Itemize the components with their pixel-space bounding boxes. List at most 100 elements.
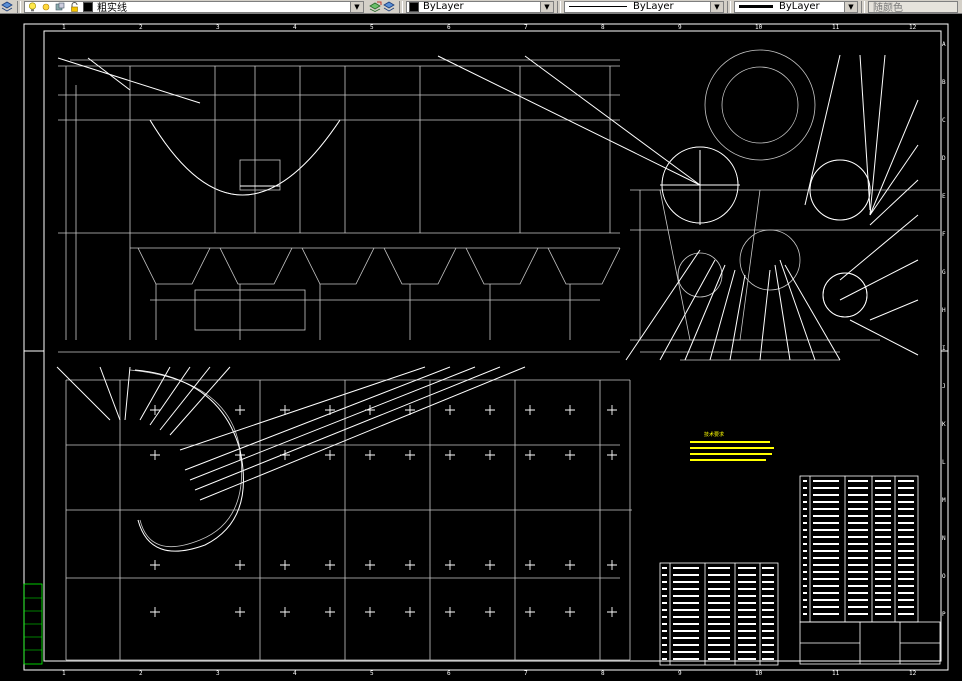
layer-dropdown[interactable]: 粗实线 ▼: [24, 0, 364, 13]
bolt-marker: [325, 560, 335, 570]
parts-list-cell: [738, 588, 756, 590]
parts-list-cell: [875, 613, 891, 615]
border-column-label: 10: [755, 670, 763, 677]
bolt-marker: [405, 560, 415, 570]
bolt-marker: [445, 607, 455, 617]
parts-list-cell: [875, 606, 891, 608]
color-control-dropdown[interactable]: ByLayer ▼: [406, 0, 554, 13]
parts-list-cell: [708, 644, 730, 646]
parts-list-cell: [673, 651, 699, 653]
parts-list-cell: [803, 592, 807, 594]
parts-list-cell: [803, 522, 807, 524]
bolt-marker: [445, 450, 455, 460]
border-column-label: 7: [524, 24, 528, 31]
color-square-icon[interactable]: [53, 2, 67, 12]
parts-list: [659, 475, 941, 666]
border-column-label: 5: [370, 24, 374, 31]
side-view-leaders: [625, 54, 919, 361]
parts-list-cell: [848, 508, 868, 510]
outer-border: [23, 23, 949, 671]
make-current-icon[interactable]: [368, 1, 382, 13]
border-row-label: G: [942, 269, 946, 276]
border-row-label: D: [942, 155, 946, 162]
parts-list-cell: [803, 599, 807, 601]
parts-list-cell: [708, 609, 730, 611]
sun-icon[interactable]: [39, 2, 53, 12]
parts-list-cell: [898, 592, 914, 594]
parts-list-cell: [708, 623, 730, 625]
parts-list-cell: [875, 522, 891, 524]
parts-list-cell: [662, 595, 667, 597]
border-row-label: C: [942, 117, 946, 124]
parts-list-cell: [898, 501, 914, 503]
parts-list-cell: [803, 480, 807, 482]
parts-list-cell: [898, 585, 914, 587]
parts-list-cell: [875, 487, 891, 489]
parts-list-cell: [738, 637, 756, 639]
bolt-marker: [565, 450, 575, 460]
border-column-label: 3: [216, 670, 220, 677]
drawing-canvas[interactable]: 112233445566778899101011111212 ABCDEFGHI…: [0, 14, 962, 681]
side-view: [630, 49, 940, 361]
parts-list-cell: [898, 536, 914, 538]
linetype-control-dropdown[interactable]: ByLayer ▼: [564, 0, 724, 13]
toolbar-separator: [727, 0, 731, 13]
border-column-label: 2: [139, 670, 143, 677]
chevron-down-icon[interactable]: ▼: [844, 1, 857, 12]
border-column-label: 12: [909, 670, 917, 677]
parts-list-cell: [662, 644, 667, 646]
parts-list-cell: [738, 651, 756, 653]
bolt-marker: [235, 405, 245, 415]
parts-list-cell: [673, 609, 699, 611]
parts-list-cell: [848, 550, 868, 552]
parts-list-cell: [813, 550, 839, 552]
border-row-label: J: [942, 383, 946, 390]
parts-list-cell: [848, 606, 868, 608]
color-swatch: [409, 1, 419, 12]
border-column-label: 3: [216, 24, 220, 31]
bolt-marker: [485, 450, 495, 460]
parts-list-cell: [803, 515, 807, 517]
parts-list-cell: [813, 515, 839, 517]
parts-list-cell: [803, 536, 807, 538]
parts-list-cell: [803, 571, 807, 573]
toolbar-separator: [557, 0, 561, 13]
parts-list-cell: [898, 557, 914, 559]
parts-list-cell: [875, 599, 891, 601]
layer-manager-icon[interactable]: [0, 1, 14, 13]
chevron-down-icon[interactable]: ▼: [350, 1, 363, 12]
bolt-marker: [365, 450, 375, 460]
plotstyle-control-dropdown[interactable]: 随颜色: [868, 0, 958, 13]
parts-list-cell: [848, 529, 868, 531]
parts-list-cell: [875, 550, 891, 552]
parts-list-cell: [708, 637, 730, 639]
parts-list-cell: [848, 571, 868, 573]
parts-list-cell: [848, 536, 868, 538]
bolt-marker: [525, 450, 535, 460]
lineweight-control-dropdown[interactable]: ByLayer ▼: [734, 0, 858, 13]
parts-list-cell: [848, 613, 868, 615]
chevron-down-icon[interactable]: ▼: [540, 1, 553, 12]
parts-list-cell: [813, 585, 839, 587]
border-column-label: 2: [139, 24, 143, 31]
parts-list-cell: [738, 616, 756, 618]
parts-list-cell: [673, 630, 699, 632]
toolbar-separator: [399, 0, 403, 13]
parts-list-cell: [762, 595, 774, 597]
bolt-marker: [405, 450, 415, 460]
parts-list-cell: [708, 567, 730, 569]
lightbulb-icon[interactable]: [25, 1, 39, 12]
parts-list-cell: [708, 595, 730, 597]
parts-list-cell: [813, 606, 839, 608]
parts-list-cell: [762, 588, 774, 590]
parts-list-cell: [762, 616, 774, 618]
parts-list-cell: [813, 592, 839, 594]
chevron-down-icon[interactable]: ▼: [710, 1, 723, 12]
lock-icon[interactable]: [67, 1, 81, 12]
parts-list-cell: [803, 487, 807, 489]
border-row-labels: A B C D E F G H I J K L M N O P: [942, 41, 946, 618]
parts-list-cell: [898, 515, 914, 517]
parts-list-cell: [708, 581, 730, 583]
layer-previous-icon[interactable]: [382, 1, 396, 13]
parts-list-cell: [898, 550, 914, 552]
